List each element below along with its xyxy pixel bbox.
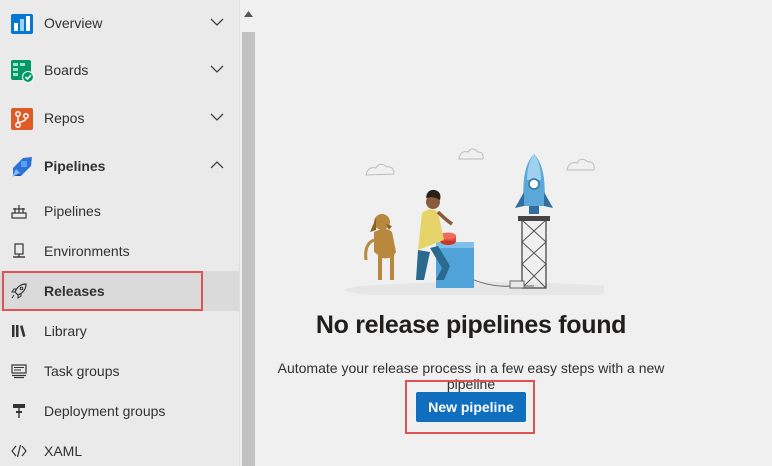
empty-state-title: No release pipelines found bbox=[315, 311, 627, 339]
nav-repos-label: Repos bbox=[44, 110, 85, 126]
sidebar-item-label: Library bbox=[44, 323, 87, 339]
code-icon bbox=[11, 444, 27, 458]
chevron-down-icon[interactable] bbox=[209, 61, 225, 77]
library-icon bbox=[12, 325, 26, 337]
pipelines-icon bbox=[12, 157, 32, 177]
nav-boards[interactable]: Boards bbox=[0, 47, 239, 95]
chevron-down-icon[interactable] bbox=[209, 109, 225, 125]
sidebar: Overview Boards Repos Pipelines Pipeline… bbox=[0, 0, 239, 466]
sidebar-item-label: Task groups bbox=[44, 363, 120, 379]
nav-boards-label: Boards bbox=[44, 62, 89, 78]
sidebar-item-label: Pipelines bbox=[44, 203, 101, 219]
sidebar-item-library[interactable]: Library bbox=[0, 311, 239, 351]
nav-pipelines[interactable]: Pipelines bbox=[0, 143, 239, 191]
environments-icon bbox=[13, 243, 25, 258]
nav-overview-label: Overview bbox=[44, 15, 103, 31]
pipelines-item-icon bbox=[11, 205, 27, 219]
sidebar-item-label: Deployment groups bbox=[44, 403, 166, 419]
deployment-groups-icon bbox=[13, 404, 25, 418]
sidebar-item-deployment-groups[interactable]: Deployment groups bbox=[0, 391, 239, 431]
new-pipeline-highlight-box bbox=[405, 380, 535, 434]
rocket-launch-illustration bbox=[344, 148, 604, 295]
overview-icon bbox=[11, 14, 33, 34]
sidebar-item-label: Environments bbox=[44, 243, 130, 259]
sidebar-item-pipelines[interactable]: Pipelines bbox=[0, 191, 239, 231]
repos-icon bbox=[11, 108, 33, 130]
releases-highlight-box bbox=[2, 271, 203, 311]
chevron-up-icon[interactable] bbox=[209, 157, 225, 173]
chevron-down-icon[interactable] bbox=[209, 14, 225, 30]
task-groups-icon bbox=[11, 364, 27, 379]
nav-overview[interactable]: Overview bbox=[0, 0, 239, 48]
sidebar-item-environments[interactable]: Environments bbox=[0, 231, 239, 271]
sidebar-item-xaml[interactable]: XAML bbox=[0, 431, 239, 466]
sidebar-scrollbar[interactable] bbox=[239, 0, 256, 466]
sidebar-item-task-groups[interactable]: Task groups bbox=[0, 351, 239, 391]
sidebar-item-label: XAML bbox=[44, 443, 83, 459]
scroll-up-arrow-icon[interactable] bbox=[240, 8, 257, 20]
main-content: No release pipelines found Automate your… bbox=[256, 0, 772, 466]
nav-pipelines-label: Pipelines bbox=[44, 158, 106, 174]
nav-repos[interactable]: Repos bbox=[0, 95, 239, 143]
boards-icon bbox=[11, 60, 34, 83]
scrollbar-thumb[interactable] bbox=[242, 32, 255, 466]
